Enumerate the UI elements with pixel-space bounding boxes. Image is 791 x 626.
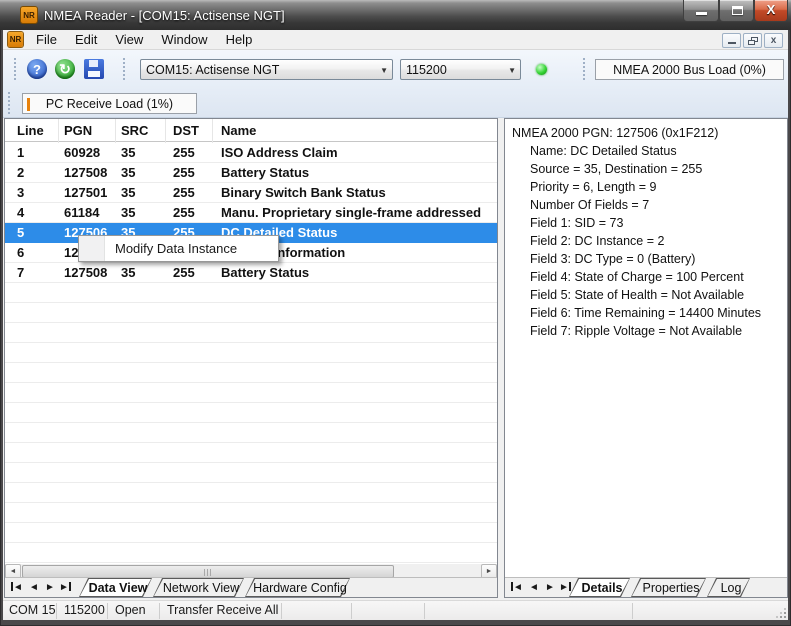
mdi-child-icon[interactable]: NR — [8, 32, 23, 47]
help-icon[interactable]: ? — [27, 59, 47, 79]
tab-data-view[interactable]: Data View — [79, 578, 153, 597]
detail-line: Field 5: State of Health = Not Available — [530, 286, 744, 304]
maximize-button[interactable] — [719, 0, 754, 22]
tab-last-button[interactable]: ► — [59, 581, 71, 594]
table-row[interactable]: 712750835255Battery Status — [5, 263, 497, 283]
baud-rate-value: 115200 — [406, 63, 447, 77]
tab-hardware-config[interactable]: Hardware Config — [245, 578, 351, 597]
col-pgn[interactable]: PGN — [64, 119, 92, 142]
tab-next-button[interactable]: ► — [545, 581, 555, 594]
status-port-state: Open — [115, 601, 146, 621]
table-header: Line PGN SRC DST Name — [5, 119, 497, 142]
tab-first-button[interactable]: ◄ — [511, 581, 523, 594]
status-com-port: COM 15 — [9, 601, 56, 621]
status-baud: 115200 — [64, 601, 105, 621]
tab-first-button[interactable]: ◄ — [11, 581, 23, 594]
minimize-button[interactable] — [683, 0, 719, 22]
status-separator — [107, 603, 108, 619]
detail-line: Field 4: State of Charge = 100 Percent — [530, 268, 744, 286]
menu-bar: NR File Edit View Window Help — [3, 30, 788, 50]
toolbar-grip[interactable] — [123, 58, 125, 80]
main-area: Line PGN SRC DST Name 16092835255ISO Add… — [3, 118, 788, 600]
toolbar: ? ↻ COM15: Actisense NGT ▼ 115200 ▼ NMEA… — [3, 50, 788, 118]
pc-receive-load-indicator: PC Receive Load (1%) — [22, 93, 197, 114]
status-separator — [351, 603, 352, 619]
detail-line: Field 1: SID = 73 — [530, 214, 623, 232]
tab-prev-button[interactable]: ◄ — [529, 581, 539, 594]
menu-file[interactable]: File — [27, 30, 66, 49]
refresh-transfer-icon[interactable]: ↻ — [55, 59, 75, 79]
com-port-value: COM15: Actisense NGT — [146, 63, 279, 77]
bus-load-indicator: NMEA 2000 Bus Load (0%) — [595, 59, 784, 80]
details-pane: NMEA 2000 PGN: 127506 (0x1F212) Name: DC… — [504, 118, 788, 598]
load-bar — [27, 98, 30, 111]
details-title: NMEA 2000 PGN: 127506 (0x1F212) — [512, 124, 718, 142]
toolbar-grip[interactable] — [14, 58, 16, 80]
context-menu: Modify Data Instance — [78, 235, 279, 262]
close-icon: X — [755, 2, 787, 17]
col-src[interactable]: SRC — [121, 119, 148, 142]
tab-network-view[interactable]: Network View — [153, 578, 245, 597]
detail-line: Source = 35, Destination = 255 — [530, 160, 702, 178]
left-tab-strip: ◄ ◄ ► ► Data View Network View Hardware … — [5, 577, 497, 597]
detail-line: Name: DC Detailed Status — [530, 142, 677, 160]
com-port-select[interactable]: COM15: Actisense NGT ▼ — [140, 59, 393, 80]
table-row[interactable]: 46118435255Manu. Proprietary single-fram… — [5, 203, 497, 223]
table-row[interactable]: 16092835255ISO Address Claim — [5, 143, 497, 163]
close-button[interactable]: X — [754, 0, 788, 22]
connection-led-icon — [536, 64, 547, 75]
menu-edit[interactable]: Edit — [66, 30, 106, 49]
child-close-button[interactable]: x — [764, 33, 783, 48]
child-minimize-button[interactable] — [722, 33, 741, 48]
col-dst[interactable]: DST — [173, 119, 199, 142]
detail-line: Field 2: DC Instance = 2 — [530, 232, 664, 250]
status-separator — [424, 603, 425, 619]
chevron-down-icon: ▼ — [380, 66, 388, 75]
baud-rate-select[interactable]: 115200 ▼ — [400, 59, 521, 80]
status-separator — [159, 603, 160, 619]
tab-properties[interactable]: Properties — [631, 578, 707, 597]
col-line[interactable]: Line — [17, 119, 44, 142]
status-transfer-mode: Transfer Receive All — [167, 601, 278, 621]
tab-log[interactable]: Log — [707, 578, 751, 597]
status-bar: COM 15 115200 Open Transfer Receive All — [3, 600, 788, 620]
detail-line: Field 7: Ripple Voltage = Not Available — [530, 322, 742, 340]
right-tab-strip: ◄ ◄ ► ► Details Properties Log — [505, 577, 787, 597]
resize-grip[interactable] — [784, 616, 786, 618]
tab-prev-button[interactable]: ◄ — [29, 581, 39, 594]
window-title: NMEA Reader - [COM15: Actisense NGT] — [44, 8, 285, 23]
detail-line: Priority = 6, Length = 9 — [530, 178, 656, 196]
status-separator — [281, 603, 282, 619]
detail-line: Field 6: Time Remaining = 14400 Minutes — [530, 304, 761, 322]
status-separator — [56, 603, 57, 619]
toolbar-grip[interactable] — [583, 58, 585, 80]
detail-line: Field 3: DC Type = 0 (Battery) — [530, 250, 695, 268]
detail-line: Number Of Fields = 7 — [530, 196, 649, 214]
context-menu-gutter — [79, 236, 105, 261]
child-restore-button[interactable] — [743, 33, 762, 48]
menu-window[interactable]: Window — [152, 30, 216, 49]
table-body: 16092835255ISO Address Claim 21275083525… — [5, 143, 497, 564]
menu-item-modify-data-instance[interactable]: Modify Data Instance — [115, 236, 237, 261]
tab-next-button[interactable]: ► — [45, 581, 55, 594]
chevron-down-icon: ▼ — [508, 66, 516, 75]
save-icon[interactable] — [84, 59, 104, 79]
table-row[interactable]: 312750135255Binary Switch Bank Status — [5, 183, 497, 203]
maximize-icon — [732, 6, 743, 15]
title-bar[interactable]: NR NMEA Reader - [COM15: Actisense NGT] … — [0, 0, 791, 30]
app-window: NR NMEA Reader - [COM15: Actisense NGT] … — [0, 0, 791, 626]
data-view-pane: Line PGN SRC DST Name 16092835255ISO Add… — [4, 118, 498, 598]
child-close-icon: x — [765, 34, 782, 47]
tab-details[interactable]: Details — [569, 578, 631, 597]
child-minimize-icon — [728, 42, 736, 44]
status-separator — [632, 603, 633, 619]
table-row[interactable]: 212750835255Battery Status — [5, 163, 497, 183]
col-name[interactable]: Name — [221, 119, 256, 142]
menu-view[interactable]: View — [106, 30, 152, 49]
app-icon: NR — [21, 7, 37, 23]
minimize-icon — [696, 12, 707, 15]
toolbar-grip[interactable] — [8, 92, 10, 114]
menu-help[interactable]: Help — [217, 30, 262, 49]
